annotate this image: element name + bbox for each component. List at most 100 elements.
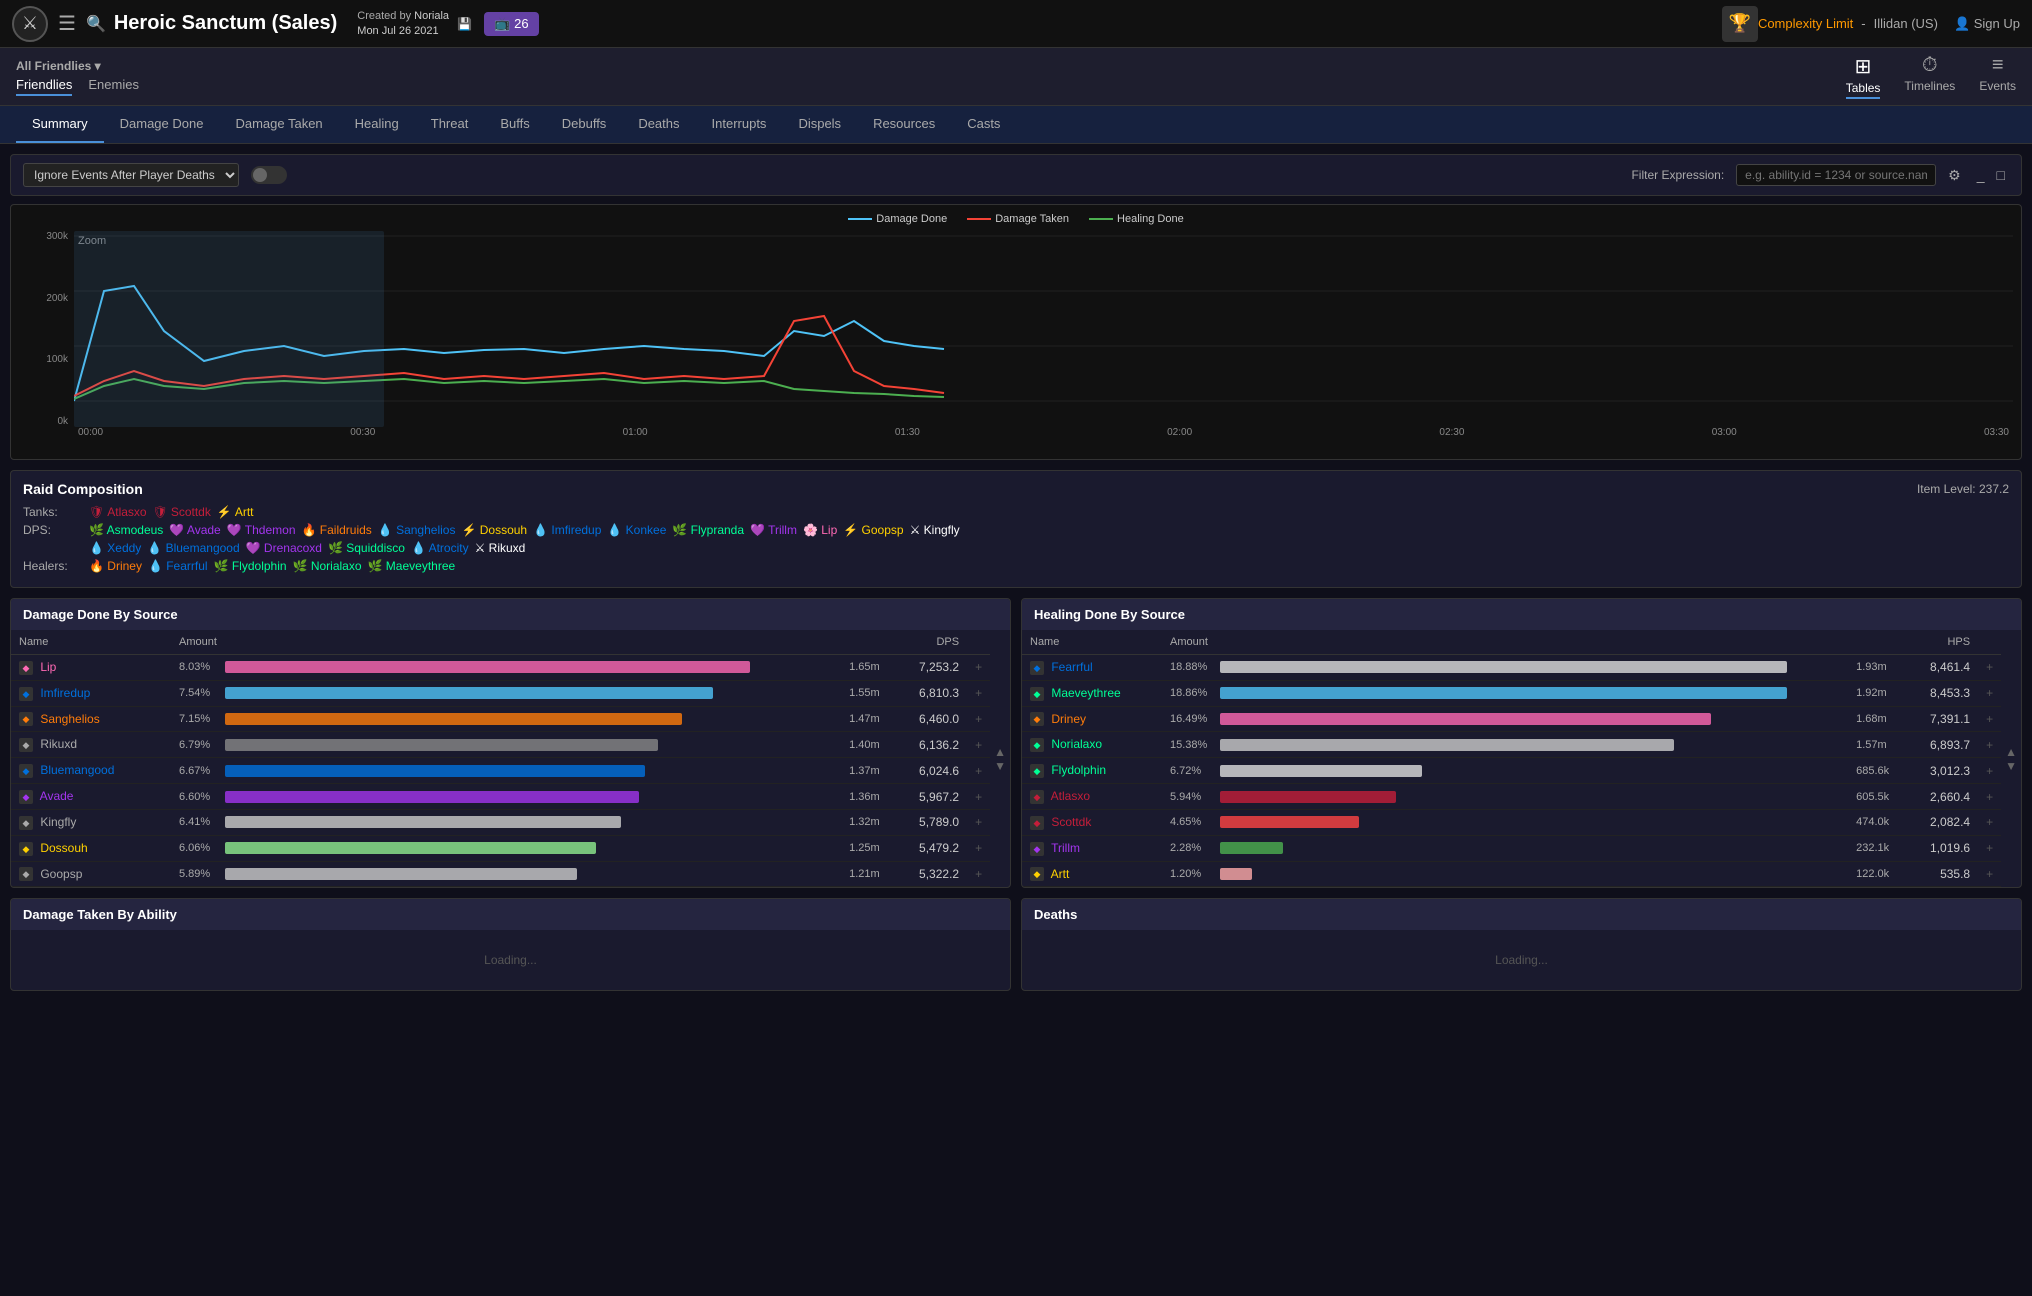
events-view-button[interactable]: ≡ Events bbox=[1979, 54, 2016, 99]
player-dossouh[interactable]: ⚡ Dossouh bbox=[461, 523, 527, 537]
tab-threat[interactable]: Threat bbox=[415, 106, 485, 143]
heal-scroll-up-icon[interactable]: ▲ bbox=[2005, 745, 2017, 759]
heal-add-cell[interactable]: + bbox=[1978, 655, 2001, 681]
player-kingfly[interactable]: ⚔ Kingfly bbox=[910, 523, 960, 537]
tab-debuffs[interactable]: Debuffs bbox=[546, 106, 623, 143]
add-cell[interactable]: + bbox=[967, 861, 990, 887]
heal-add-cell[interactable]: + bbox=[1978, 809, 2001, 835]
table-row[interactable]: ◆ Avade 6.60% 1.36m 5,967.2 + bbox=[11, 784, 990, 810]
table-row[interactable]: ◆ Lip 8.03% 1.65m 7,253.2 + bbox=[11, 655, 990, 681]
heal-scroll-down-icon[interactable]: ▼ bbox=[2005, 759, 2017, 773]
maximize-icon[interactable]: □ bbox=[1993, 167, 2009, 183]
player-xeddy[interactable]: 💧 Xeddy bbox=[89, 541, 141, 555]
player-sanghelios[interactable]: 💧 Sanghelios bbox=[378, 523, 456, 537]
player-avade[interactable]: 💜 Avade bbox=[169, 523, 220, 537]
player-konkee[interactable]: 💧 Konkee bbox=[607, 523, 666, 537]
add-cell[interactable]: + bbox=[967, 809, 990, 835]
table-row[interactable]: ◆ Goopsp 5.89% 1.21m 5,322.2 + bbox=[11, 861, 990, 887]
stream-button[interactable]: 📺 26 bbox=[484, 12, 539, 36]
table-row[interactable]: ◆ Sanghelios 7.15% 1.47m 6,460.0 + bbox=[11, 706, 990, 732]
minimize-icon[interactable]: _ bbox=[1973, 167, 1989, 183]
player-squiddisco[interactable]: 🌿 Squiddisco bbox=[328, 541, 405, 555]
add-cell[interactable]: + bbox=[967, 680, 990, 706]
add-icon[interactable]: + bbox=[975, 686, 982, 700]
table-row[interactable]: ◆ Trillm 2.28% 232.1k 1,019.6 + bbox=[1022, 835, 2001, 861]
filter-expression-input[interactable] bbox=[1736, 164, 1936, 186]
add-icon[interactable]: + bbox=[975, 790, 982, 804]
timelines-view-button[interactable]: ⏱ Timelines bbox=[1904, 54, 1955, 99]
heal-add-cell[interactable]: + bbox=[1978, 758, 2001, 784]
player-atrocity[interactable]: 💧 Atrocity bbox=[411, 541, 469, 555]
table-row[interactable]: ◆ Dossouh 6.06% 1.25m 5,479.2 + bbox=[11, 835, 990, 861]
player-fearrful[interactable]: 💧 Fearrful bbox=[148, 559, 208, 573]
heal-add-icon[interactable]: + bbox=[1986, 738, 1993, 752]
guild-info[interactable]: Complexity Limit - Illidan (US) bbox=[1758, 16, 1938, 31]
tab-dispels[interactable]: Dispels bbox=[782, 106, 857, 143]
add-cell[interactable]: + bbox=[967, 706, 990, 732]
heal-add-icon[interactable]: + bbox=[1986, 815, 1993, 829]
tab-casts[interactable]: Casts bbox=[951, 106, 1016, 143]
table-row[interactable]: ◆ Norialaxo 15.38% 1.57m 6,893.7 + bbox=[1022, 732, 2001, 758]
heal-add-icon[interactable]: + bbox=[1986, 764, 1993, 778]
friendlies-dropdown[interactable]: All Friendlies ▾ bbox=[16, 57, 139, 73]
save-icon[interactable]: 💾 bbox=[457, 17, 472, 31]
tables-view-button[interactable]: ⊞ Tables bbox=[1846, 54, 1881, 99]
player-driney[interactable]: 🔥 Driney bbox=[89, 559, 142, 573]
site-logo[interactable]: ⚔ bbox=[12, 6, 48, 42]
table-row[interactable]: ◆ Scottdk 4.65% 474.0k 2,082.4 + bbox=[1022, 809, 2001, 835]
heal-add-cell[interactable]: + bbox=[1978, 861, 2001, 887]
player-thdemon[interactable]: 💜 Thdemon bbox=[227, 523, 296, 537]
player-artt[interactable]: ⚡ Artt bbox=[217, 505, 254, 519]
heal-add-icon[interactable]: + bbox=[1986, 790, 1993, 804]
chart-svg-container[interactable]: Zoom 00:00 bbox=[74, 231, 2013, 451]
player-faildruids[interactable]: 🔥 Faildruids bbox=[302, 523, 372, 537]
table-row[interactable]: ◆ Kingfly 6.41% 1.32m 5,789.0 + bbox=[11, 809, 990, 835]
tab-buffs[interactable]: Buffs bbox=[484, 106, 545, 143]
player-norialaxo[interactable]: 🌿 Norialaxo bbox=[293, 559, 362, 573]
scroll-up-icon[interactable]: ▲ bbox=[994, 745, 1006, 759]
table-row[interactable]: ◆ Driney 16.49% 1.68m 7,391.1 + bbox=[1022, 706, 2001, 732]
events-filter-dropdown[interactable]: Ignore Events After Player Deaths bbox=[23, 163, 239, 187]
add-cell[interactable]: + bbox=[967, 784, 990, 810]
player-imfiredup[interactable]: 💧 Imfiredup bbox=[533, 523, 601, 537]
table-row[interactable]: ◆ Maeveythree 18.86% 1.92m 8,453.3 + bbox=[1022, 680, 2001, 706]
add-icon[interactable]: + bbox=[975, 738, 982, 752]
heal-add-cell[interactable]: + bbox=[1978, 680, 2001, 706]
add-icon[interactable]: + bbox=[975, 712, 982, 726]
tab-damage-taken[interactable]: Damage Taken bbox=[219, 106, 338, 143]
player-scottdk[interactable]: 🛡 Scottdk bbox=[153, 505, 211, 519]
table-row[interactable]: ◆ Rikuxd 6.79% 1.40m 6,136.2 + bbox=[11, 732, 990, 758]
heal-add-icon[interactable]: + bbox=[1986, 712, 1993, 726]
table-row[interactable]: ◆ Fearrful 18.88% 1.93m 8,461.4 + bbox=[1022, 655, 2001, 681]
player-lip[interactable]: 🌸 Lip bbox=[803, 523, 837, 537]
add-icon[interactable]: + bbox=[975, 867, 982, 881]
player-goopsp[interactable]: ⚡ Goopsp bbox=[843, 523, 903, 537]
tab-summary[interactable]: Summary bbox=[16, 106, 104, 143]
player-drenacoxd[interactable]: 💜 Drenacoxd bbox=[246, 541, 322, 555]
heal-add-icon[interactable]: + bbox=[1986, 867, 1993, 881]
tab-friendlies[interactable]: Friendlies bbox=[16, 75, 72, 96]
heal-add-icon[interactable]: + bbox=[1986, 660, 1993, 674]
heal-add-cell[interactable]: + bbox=[1978, 706, 2001, 732]
add-cell[interactable]: + bbox=[967, 655, 990, 681]
scroll-down-icon[interactable]: ▼ bbox=[994, 759, 1006, 773]
filter-toggle[interactable] bbox=[251, 166, 287, 184]
table-row[interactable]: ◆ Imfiredup 7.54% 1.55m 6,810.3 + bbox=[11, 680, 990, 706]
heal-add-cell[interactable]: + bbox=[1978, 784, 2001, 810]
player-rikuxd[interactable]: ⚔ Rikuxd bbox=[475, 541, 526, 555]
player-maeveythree[interactable]: 🌿 Maeveythree bbox=[368, 559, 456, 573]
tab-resources[interactable]: Resources bbox=[857, 106, 951, 143]
add-cell[interactable]: + bbox=[967, 732, 990, 758]
add-cell[interactable]: + bbox=[967, 758, 990, 784]
player-trillm[interactable]: 💜 Trillm bbox=[750, 523, 797, 537]
settings-icon[interactable]: ⚙ bbox=[1948, 167, 1961, 184]
tab-enemies[interactable]: Enemies bbox=[88, 75, 139, 96]
table-row[interactable]: ◆ Atlasxo 5.94% 605.5k 2,660.4 + bbox=[1022, 784, 2001, 810]
add-icon[interactable]: + bbox=[975, 660, 982, 674]
search-icon[interactable]: 🔍 bbox=[86, 14, 106, 34]
table-row[interactable]: ◆ Artt 1.20% 122.0k 535.8 + bbox=[1022, 861, 2001, 887]
player-flypranda[interactable]: 🌿 Flypranda bbox=[672, 523, 744, 537]
add-icon[interactable]: + bbox=[975, 841, 982, 855]
player-flydolphin[interactable]: 🌿 Flydolphin bbox=[214, 559, 287, 573]
player-bluemangood[interactable]: 💧 Bluemangood bbox=[147, 541, 239, 555]
